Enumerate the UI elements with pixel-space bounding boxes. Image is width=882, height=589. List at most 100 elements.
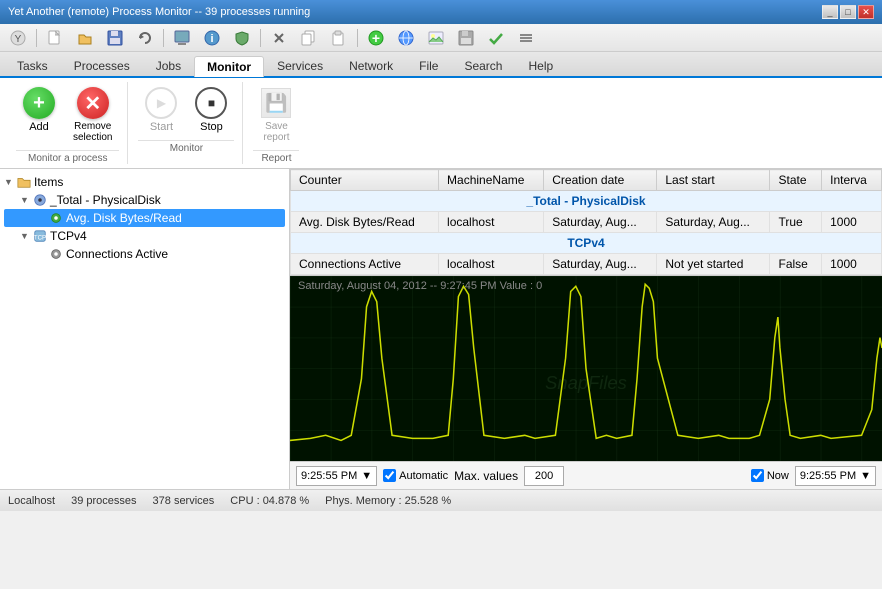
tab-search[interactable]: Search — [451, 55, 515, 76]
now-checkbox-label: Now — [751, 469, 789, 482]
tree-root-label: Items — [34, 175, 63, 189]
shield-icon[interactable] — [228, 27, 256, 49]
right-panel: Counter MachineName Creation date Last s… — [290, 169, 882, 489]
tree-connections-active[interactable]: Connections Active — [4, 245, 285, 263]
toolbar-separator-3 — [260, 29, 261, 47]
tree-tcpv4[interactable]: ▼ TCP TCPv4 — [4, 227, 285, 245]
stop-label: Stop — [200, 121, 223, 133]
new-icon[interactable] — [41, 27, 69, 49]
tab-network[interactable]: Network — [336, 55, 406, 76]
col-state: State — [770, 170, 822, 191]
start-button[interactable]: ▶ Start — [138, 82, 184, 138]
process-icon[interactable] — [168, 27, 196, 49]
action-group-monitor-process: + Add ✕ Remove selection Monitor a proce… — [8, 82, 128, 164]
undo-icon[interactable] — [131, 27, 159, 49]
tree-total-physicaldisk[interactable]: ▼ _Total - PhysicalDisk — [4, 191, 285, 209]
stop-circle-icon: ■ — [195, 87, 227, 119]
connections-active-label: Connections Active — [66, 247, 168, 261]
add-green-icon[interactable]: + — [362, 27, 390, 49]
conn-network-icon — [48, 246, 64, 262]
now-checkbox[interactable] — [751, 469, 764, 482]
add-button[interactable]: + Add — [16, 82, 62, 148]
action-group-monitor: ▶ Start ■ Stop Monitor — [130, 82, 243, 164]
col-counter: Counter — [291, 170, 439, 191]
save-report-button[interactable]: 💾 Save report — [253, 82, 299, 148]
save-report-label: Save report — [263, 121, 289, 143]
action-toolbar: + Add ✕ Remove selection Monitor a proce… — [0, 78, 882, 169]
end-time-dropdown[interactable]: 9:25:55 PM ▼ — [795, 466, 876, 486]
tab-services[interactable]: Services — [264, 55, 336, 76]
stop-button[interactable]: ■ Stop — [188, 82, 234, 138]
window-controls: _ □ ✕ — [822, 5, 874, 19]
nav-tabs: Tasks Processes Jobs Monitor Services Ne… — [0, 52, 882, 78]
cell-laststart-1: Saturday, Aug... — [657, 212, 770, 233]
app-logo: Y — [4, 27, 32, 49]
svg-text:+: + — [372, 30, 380, 46]
group-row-physicaldisk: _Total - PhysicalDisk — [291, 191, 882, 212]
svg-text:i: i — [210, 33, 213, 45]
start-icon: ▶ — [145, 87, 177, 119]
table-row[interactable]: Avg. Disk Bytes/Read localhost Saturday,… — [291, 212, 882, 233]
remove-label: Remove selection — [73, 121, 112, 143]
tab-monitor[interactable]: Monitor — [194, 56, 264, 77]
physicaldisk-icon — [32, 192, 48, 208]
floppy-icon[interactable] — [452, 27, 480, 49]
save-rect-icon: 💾 — [261, 88, 291, 118]
action-group-report: 💾 Save report Report — [245, 82, 307, 164]
tab-tasks[interactable]: Tasks — [4, 55, 61, 76]
chart-svg: SnapFiles — [290, 276, 882, 461]
image-icon[interactable] — [422, 27, 450, 49]
cell-state-2: False — [770, 254, 822, 275]
start-time-dropdown[interactable]: 9:25:55 PM ▼ — [296, 466, 377, 486]
toolbar-separator-2 — [163, 29, 164, 47]
tab-processes[interactable]: Processes — [61, 55, 143, 76]
table-row[interactable]: Connections Active localhost Saturday, A… — [291, 254, 882, 275]
maximize-button[interactable]: □ — [840, 5, 856, 19]
cell-interval-1: 1000 — [822, 212, 882, 233]
tab-jobs[interactable]: Jobs — [143, 55, 194, 76]
total-expand: ▼ — [20, 195, 32, 205]
cell-creation-1: Saturday, Aug... — [544, 212, 657, 233]
group-label-tcpv4: TCPv4 — [291, 233, 882, 254]
svg-text:TCP: TCP — [34, 235, 46, 242]
cell-counter-1: Avg. Disk Bytes/Read — [291, 212, 439, 233]
automatic-label: Automatic — [399, 470, 448, 482]
status-services: 378 services — [153, 495, 215, 507]
remove-circle-icon: ✕ — [77, 87, 109, 119]
check-icon[interactable] — [482, 27, 510, 49]
cut-icon[interactable] — [265, 27, 293, 49]
cell-machine-1: localhost — [439, 212, 544, 233]
minimize-button[interactable]: _ — [822, 5, 838, 19]
col-laststart: Last start — [657, 170, 770, 191]
table-container: Counter MachineName Creation date Last s… — [290, 169, 882, 276]
tree-avg-disk-bytes-read[interactable]: Avg. Disk Bytes/Read — [4, 209, 285, 227]
close-button[interactable]: ✕ — [858, 5, 874, 19]
avg-disk-bytes-label: Avg. Disk Bytes/Read — [66, 211, 182, 225]
end-time-value: 9:25:55 PM — [800, 470, 856, 482]
group-label-physicaldisk: _Total - PhysicalDisk — [291, 191, 882, 212]
tree-root[interactable]: ▼ Items — [4, 173, 285, 191]
automatic-checkbox[interactable] — [383, 469, 396, 482]
play-circle-icon: ▶ — [145, 87, 177, 119]
cell-counter-2: Connections Active — [291, 254, 439, 275]
paste-icon[interactable] — [325, 27, 353, 49]
max-values-input[interactable] — [524, 466, 564, 486]
status-cpu: CPU : 04.878 % — [230, 495, 309, 507]
title-bar: Yet Another (remote) Process Monitor -- … — [0, 0, 882, 24]
group-label-report: Report — [253, 150, 299, 164]
monitor-buttons: ▶ Start ■ Stop — [138, 82, 234, 138]
tab-file[interactable]: File — [406, 55, 451, 76]
globe-icon[interactable] — [392, 27, 420, 49]
save-icon[interactable] — [101, 27, 129, 49]
open-icon[interactable] — [71, 27, 99, 49]
col-machinename: MachineName — [439, 170, 544, 191]
cell-laststart-2: Not yet started — [657, 254, 770, 275]
copy-icon[interactable] — [295, 27, 323, 49]
tab-help[interactable]: Help — [515, 55, 566, 76]
info-icon[interactable]: i — [198, 27, 226, 49]
toolbar-separator-4 — [357, 29, 358, 47]
cell-interval-2: 1000 — [822, 254, 882, 275]
remove-selection-button[interactable]: ✕ Remove selection — [66, 82, 119, 148]
add-icon: + — [23, 87, 55, 119]
menu-icon[interactable] — [512, 27, 540, 49]
